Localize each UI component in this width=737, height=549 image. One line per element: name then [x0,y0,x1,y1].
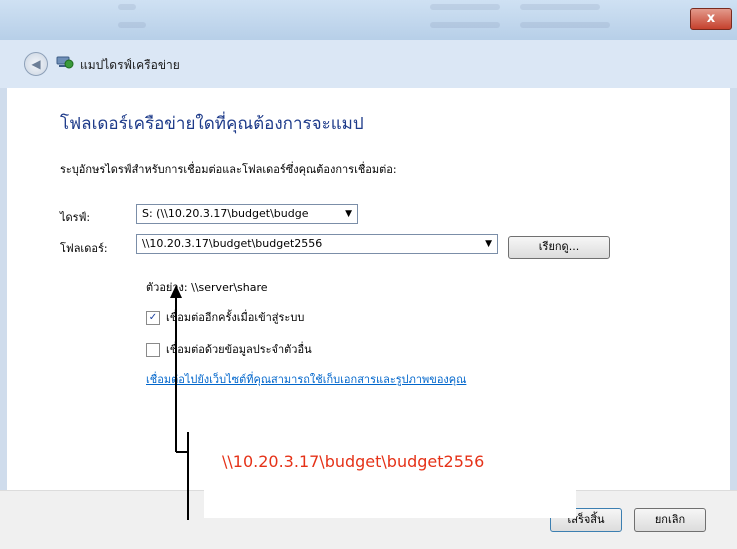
annotation-arrow-head [170,285,182,298]
annotation-arrow [170,285,189,520]
